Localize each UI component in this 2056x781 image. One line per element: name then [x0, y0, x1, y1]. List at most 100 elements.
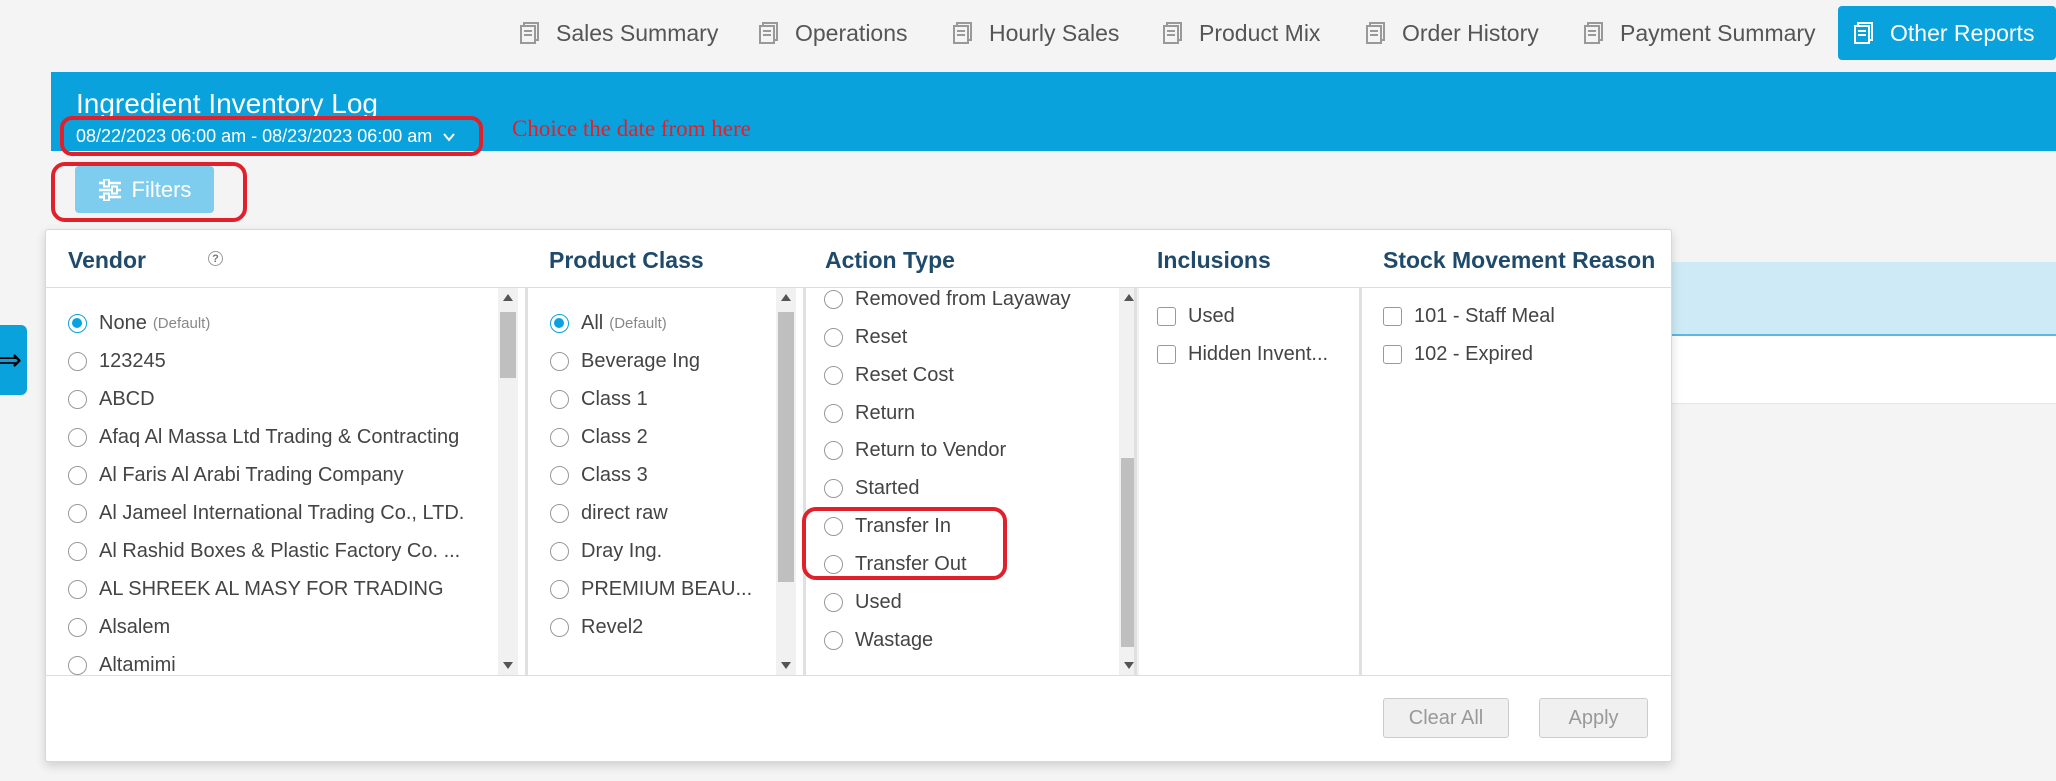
tab-label: Payment Summary — [1620, 19, 1816, 46]
radio[interactable] — [68, 390, 87, 409]
expand-sidebar-tab[interactable]: ⇒ — [0, 325, 27, 395]
vendor-option[interactable]: Alsalem — [68, 616, 170, 639]
scroll-up-arrow-icon[interactable] — [503, 294, 513, 301]
option-label: 123245 — [99, 350, 166, 372]
product-class-option[interactable]: Dray Ing. — [550, 540, 662, 563]
radio[interactable] — [550, 504, 569, 523]
radio[interactable] — [68, 542, 87, 561]
report-doc-icon — [1163, 22, 1182, 44]
product-class-option[interactable]: Beverage Ing — [550, 350, 700, 373]
inclusion-option[interactable]: Hidden Invent... — [1157, 343, 1328, 366]
tab-other-reports[interactable]: Other Reports — [1838, 6, 2056, 60]
tab-label: Hourly Sales — [989, 19, 1120, 46]
radio[interactable] — [68, 504, 87, 523]
radio[interactable] — [550, 390, 569, 409]
inclusion-option[interactable]: Used — [1157, 305, 1235, 328]
tab-sales-summary[interactable]: Sales Summary — [504, 6, 732, 60]
vendor-option[interactable]: ABCD — [68, 388, 155, 411]
product-class-option[interactable]: Class 3 — [550, 464, 648, 487]
option-label: Class 3 — [581, 464, 648, 486]
checkbox[interactable] — [1157, 345, 1176, 364]
stock-reason-option[interactable]: 102 - Expired — [1383, 343, 1533, 366]
vendor-option[interactable]: AL SHREEK AL MASY FOR TRADING — [68, 578, 444, 601]
radio[interactable] — [824, 328, 843, 347]
action-type-option[interactable]: Return — [824, 402, 915, 425]
action-type-option[interactable]: Removed from Layaway — [824, 288, 1071, 311]
action-type-option[interactable]: Wastage — [824, 629, 933, 652]
checkbox[interactable] — [1157, 307, 1176, 326]
filter-panel: Vendor ? Product Class Action Type Inclu… — [45, 229, 1672, 762]
radio-selected[interactable] — [550, 314, 569, 333]
product-class-option[interactable]: Class 1 — [550, 388, 648, 411]
product-class-scrollbar[interactable] — [776, 288, 796, 675]
radio[interactable] — [68, 580, 87, 599]
checkbox[interactable] — [1383, 345, 1402, 364]
clear-all-button[interactable]: Clear All — [1383, 698, 1509, 738]
radio[interactable] — [68, 656, 87, 675]
scroll-up-arrow-icon[interactable] — [1124, 294, 1134, 301]
scroll-up-arrow-icon[interactable] — [781, 294, 791, 301]
action-type-option[interactable]: Used — [824, 591, 902, 614]
scroll-down-arrow-icon[interactable] — [781, 662, 791, 669]
vendor-option[interactable]: Altamimi — [68, 654, 176, 675]
radio[interactable] — [824, 404, 843, 423]
tab-operations[interactable]: Operations — [743, 6, 922, 60]
radio-selected[interactable] — [68, 314, 87, 333]
report-doc-icon — [1366, 22, 1385, 44]
vendor-option[interactable]: Al Rashid Boxes & Plastic Factory Co. ..… — [68, 540, 460, 563]
tab-hourly-sales[interactable]: Hourly Sales — [937, 6, 1133, 60]
vendor-option[interactable]: 123245 — [68, 350, 166, 373]
radio[interactable] — [824, 593, 843, 612]
radio[interactable] — [550, 580, 569, 599]
report-doc-icon — [759, 22, 778, 44]
radio[interactable] — [68, 466, 87, 485]
vendor-option[interactable]: None (Default) — [68, 312, 210, 335]
radio[interactable] — [824, 441, 843, 460]
tab-payment-summary[interactable]: Payment Summary — [1568, 6, 1830, 60]
table-row — [1670, 336, 2056, 404]
radio[interactable] — [68, 618, 87, 637]
scrollbar-thumb[interactable] — [500, 312, 516, 378]
vendor-option[interactable]: Al Faris Al Arabi Trading Company — [68, 464, 404, 487]
vendor-option[interactable]: Al Jameel International Trading Co., LTD… — [68, 502, 464, 525]
radio[interactable] — [824, 479, 843, 498]
footer-divider — [46, 675, 1671, 676]
product-class-option[interactable]: direct raw — [550, 502, 668, 525]
product-class-option[interactable]: PREMIUM BEAU... — [550, 578, 752, 601]
vendor-scrollbar[interactable] — [498, 288, 518, 675]
radio[interactable] — [68, 428, 87, 447]
tab-label: Product Mix — [1199, 19, 1321, 46]
radio[interactable] — [550, 618, 569, 637]
option-label: Reset Cost — [855, 364, 954, 386]
action-type-option[interactable]: Reset Cost — [824, 364, 954, 387]
product-class-option[interactable]: All (Default) — [550, 312, 667, 335]
radio[interactable] — [824, 366, 843, 385]
vendor-option[interactable]: Afaq Al Massa Ltd Trading & Contracting — [68, 426, 459, 449]
radio[interactable] — [824, 290, 843, 309]
tab-order-history[interactable]: Order History — [1350, 6, 1553, 60]
scroll-down-arrow-icon[interactable] — [1124, 662, 1134, 669]
option-label: Beverage Ing — [581, 350, 700, 372]
action-type-header: Action Type — [825, 247, 955, 273]
radio[interactable] — [68, 352, 87, 371]
product-class-option[interactable]: Revel2 — [550, 616, 643, 639]
stock-reason-list: 101 - Staff Meal 102 - Expired — [1362, 288, 1662, 675]
radio[interactable] — [824, 631, 843, 650]
product-class-option[interactable]: Class 2 — [550, 426, 648, 449]
scrollbar-thumb[interactable] — [778, 312, 794, 582]
radio[interactable] — [550, 428, 569, 447]
apply-button[interactable]: Apply — [1539, 698, 1648, 738]
help-icon[interactable]: ? — [208, 251, 223, 266]
action-type-option[interactable]: Reset — [824, 326, 907, 349]
stock-reason-option[interactable]: 101 - Staff Meal — [1383, 305, 1555, 328]
checkbox[interactable] — [1383, 307, 1402, 326]
radio[interactable] — [550, 542, 569, 561]
option-label: Revel2 — [581, 616, 644, 638]
action-type-option[interactable]: Started — [824, 477, 919, 500]
tab-product-mix[interactable]: Product Mix — [1147, 6, 1334, 60]
scroll-down-arrow-icon[interactable] — [503, 662, 513, 669]
option-label: Used — [855, 591, 902, 613]
action-type-option[interactable]: Return to Vendor — [824, 439, 1006, 462]
radio[interactable] — [550, 352, 569, 371]
radio[interactable] — [550, 466, 569, 485]
